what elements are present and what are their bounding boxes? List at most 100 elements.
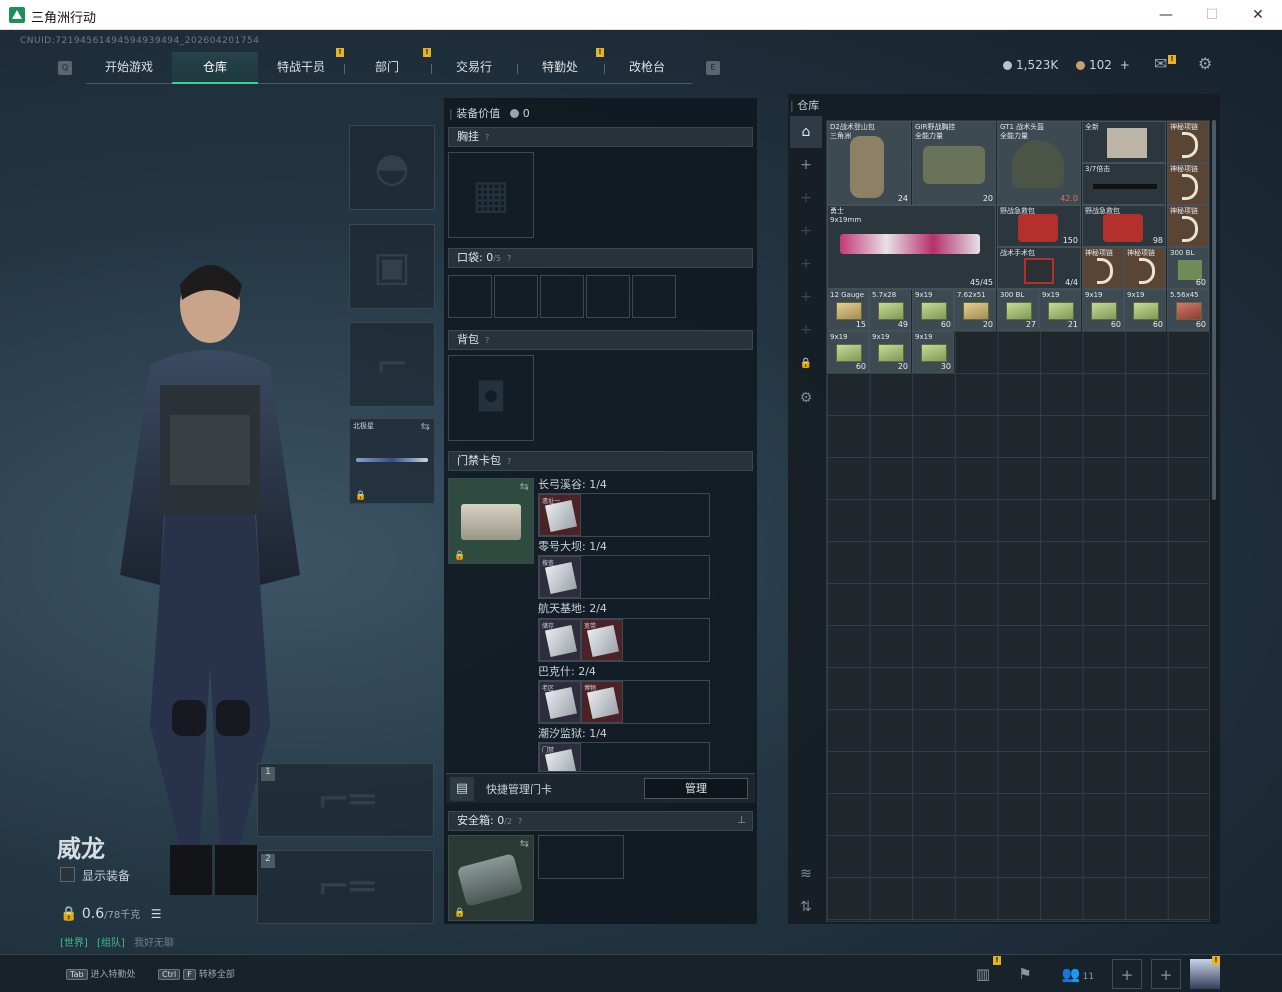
pocket-slot[interactable] bbox=[494, 275, 538, 318]
melee-slot[interactable]: 北极星 ⇆ 🔒 bbox=[349, 418, 435, 504]
keycard-item[interactable]: 门禁 bbox=[539, 743, 581, 772]
ammo-item[interactable]: 5.7x28 49 bbox=[869, 289, 911, 331]
manage-button[interactable]: 管理 bbox=[644, 778, 748, 799]
safe-box-storage-slot[interactable] bbox=[538, 835, 624, 879]
stash-item[interactable]: 神秘项链 bbox=[1124, 247, 1166, 289]
maximize-button[interactable]: ☐ bbox=[1189, 0, 1235, 30]
add-currency-button[interactable]: + bbox=[1120, 58, 1130, 72]
coin-icon bbox=[509, 109, 519, 118]
stash-item[interactable]: 野战急救包 98 bbox=[1082, 205, 1166, 247]
stash-item[interactable]: 神秘项链 bbox=[1167, 163, 1209, 205]
help-icon: ? bbox=[485, 336, 490, 345]
keycard-item[interactable]: 老区 bbox=[539, 681, 581, 723]
primary-weapon-slot[interactable]: 1 ⌐═ bbox=[257, 763, 434, 837]
add-party-button[interactable]: + bbox=[1151, 959, 1181, 989]
enter-special-ops-hint[interactable]: Tab 进入特勤处 bbox=[66, 967, 136, 980]
tab-special-ops[interactable]: 特勤处 bbox=[517, 52, 603, 84]
coin-balance[interactable]: 1,523K bbox=[1003, 58, 1058, 72]
ammo-item[interactable]: 9x19 30 bbox=[912, 331, 954, 373]
keycard-wallet-slot[interactable]: ⇆ 🔒 bbox=[448, 478, 534, 564]
secondary-weapon-slot[interactable]: 2 ⌐═ bbox=[257, 850, 434, 924]
ammo-item[interactable]: 7.62x51 20 bbox=[954, 289, 996, 331]
minimize-button[interactable]: — bbox=[1143, 0, 1189, 30]
mail-icon[interactable]: ✉ bbox=[1154, 54, 1167, 73]
stash-item[interactable]: 神秘项链 bbox=[1167, 121, 1209, 163]
keycard-item[interactable]: 博物 bbox=[581, 681, 623, 723]
stash-item[interactable]: 300 BL 60 bbox=[1167, 247, 1209, 289]
swap-icon[interactable]: ⇆ bbox=[520, 837, 529, 850]
safe-box-slot[interactable]: ⇆ 🔒 bbox=[448, 835, 534, 921]
pocket-slot[interactable] bbox=[586, 275, 630, 318]
tab-gunsmith[interactable]: 改枪台 bbox=[604, 52, 690, 84]
pistol-slot[interactable]: ⌐ bbox=[349, 322, 435, 407]
close-button[interactable]: ✕ bbox=[1235, 0, 1281, 30]
pocket-slot[interactable] bbox=[632, 275, 676, 318]
stash-item[interactable]: 勇士 9x19mm 45/45 bbox=[827, 205, 996, 289]
pocket-slot[interactable] bbox=[448, 275, 492, 318]
gear-icon[interactable]: ⚙ bbox=[790, 382, 822, 414]
stash-item[interactable]: 神秘项链 bbox=[1167, 205, 1209, 247]
ammo-item[interactable]: 9x19 60 bbox=[912, 289, 954, 331]
keycard-item[interactable]: 宽带 bbox=[581, 619, 623, 661]
chest-rig-slot[interactable]: ▦ bbox=[448, 152, 534, 238]
helmet-slot[interactable]: ◓ bbox=[349, 125, 435, 210]
swap-icon[interactable]: ⇆ bbox=[421, 420, 430, 433]
layers-icon[interactable]: ≋ bbox=[790, 858, 822, 890]
transfer-all-hint[interactable]: Ctrl F 转移全部 bbox=[158, 967, 235, 980]
nav-next-key[interactable]: E bbox=[706, 61, 720, 75]
stash-item[interactable]: GT1 战术头盔 全能力量 42.0 bbox=[997, 121, 1081, 205]
pin-icon[interactable]: ⊥ bbox=[737, 812, 746, 830]
stash-item[interactable]: GIR野战胸挂 全能力量 20 bbox=[912, 121, 996, 205]
stash-scrollbar[interactable] bbox=[1212, 120, 1216, 500]
chat-line[interactable]: [世界] [组队] 我好无聊 bbox=[60, 934, 174, 949]
stash-tab-add[interactable]: + bbox=[790, 182, 822, 214]
tab-market[interactable]: 交易行 bbox=[431, 52, 517, 84]
stash-tab-add[interactable]: + bbox=[790, 314, 822, 346]
ammo-item[interactable]: 9x19 60 bbox=[827, 331, 869, 373]
stash-item[interactable]: 3/7倍击 bbox=[1082, 163, 1166, 205]
ammo-item[interactable]: 9x19 60 bbox=[1082, 289, 1124, 331]
stash-item[interactable]: D2战术登山包 三角洲 24 bbox=[827, 121, 911, 205]
keycard-item[interactable]: 搜查 bbox=[539, 556, 581, 598]
stash-item[interactable]: 全新 bbox=[1082, 121, 1166, 163]
list-icon[interactable]: ☰ bbox=[151, 907, 162, 921]
backpack-slot[interactable]: ◘ bbox=[448, 355, 534, 441]
swap-icon[interactable]: ⇆ bbox=[520, 480, 529, 493]
pocket-slot[interactable] bbox=[540, 275, 584, 318]
stash-item[interactable]: 战术手术包 4/4 bbox=[997, 247, 1081, 289]
ammo-item[interactable]: 9x19 60 bbox=[1124, 289, 1166, 331]
ammo-item[interactable]: 9x19 21 bbox=[1039, 289, 1081, 331]
lock-icon[interactable]: 🔒 bbox=[790, 348, 822, 380]
armor-slot[interactable]: ▣ bbox=[349, 224, 435, 309]
tab-department[interactable]: 部门 bbox=[344, 52, 430, 84]
show-gear-checkbox[interactable] bbox=[60, 867, 75, 882]
sort-icon[interactable]: ⇅ bbox=[790, 891, 822, 923]
lock-icon: 🔒 bbox=[355, 491, 367, 501]
ammo-item[interactable]: 12 Gauge 15 bbox=[827, 289, 869, 331]
stash-item[interactable]: 神秘项链 bbox=[1082, 247, 1124, 289]
keycard-item[interactable]: 遗址一 bbox=[539, 494, 581, 536]
stash-tab-add[interactable]: + bbox=[790, 149, 822, 181]
stash-tab-add[interactable]: + bbox=[790, 281, 822, 313]
mail-alert-badge: ! bbox=[1168, 55, 1176, 64]
nav-prev-key[interactable]: Q bbox=[58, 61, 72, 75]
ammo-item[interactable]: 9x19 20 bbox=[869, 331, 911, 373]
gear-icon[interactable]: ⚙ bbox=[1198, 54, 1212, 73]
add-party-button[interactable]: + bbox=[1112, 959, 1142, 989]
app-logo-icon bbox=[9, 7, 25, 23]
stash-tab-add[interactable]: + bbox=[790, 248, 822, 280]
armor-icon: ▣ bbox=[373, 243, 411, 290]
ammo-item[interactable]: 5.56x45 60 bbox=[1167, 289, 1209, 331]
ticket-balance[interactable]: 102 + bbox=[1076, 58, 1130, 72]
friends-button[interactable]: 👥 11 bbox=[1056, 959, 1100, 989]
keycard-item[interactable]: 储存 bbox=[539, 619, 581, 661]
tab-start-game[interactable]: 开始游戏 bbox=[86, 52, 172, 84]
stash-tab-add[interactable]: + bbox=[790, 215, 822, 247]
help-icon: ? bbox=[485, 133, 490, 142]
ammo-item[interactable]: 300 BL 27 bbox=[997, 289, 1039, 331]
tab-operators[interactable]: 特战干员 bbox=[258, 52, 344, 84]
stash-item[interactable]: 野战急救包 150 bbox=[997, 205, 1081, 247]
stash-tab-all[interactable]: ⌂ bbox=[790, 116, 822, 148]
flag-icon[interactable]: ⚑ bbox=[1010, 959, 1040, 989]
tab-warehouse[interactable]: 仓库 bbox=[172, 52, 258, 84]
